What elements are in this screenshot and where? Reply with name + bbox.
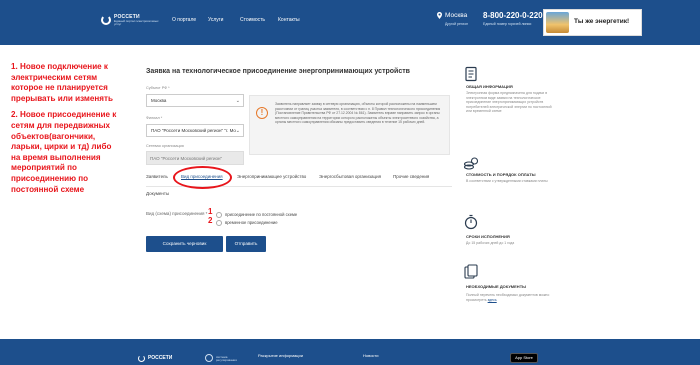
annotation-item-2: 2. Новое присоединение к сетям для перед… bbox=[11, 110, 117, 194]
hotline-phone[interactable]: 8-800-220-0-220 bbox=[483, 11, 543, 20]
sidebar-title-general: ОБЩАЯ ИНФОРМАЦИЯ bbox=[466, 84, 513, 89]
logo-subtitle: Единый портал электросетевых услуг bbox=[114, 19, 159, 26]
nav-contacts[interactable]: Контакты bbox=[278, 17, 300, 23]
annotation-ellipse bbox=[173, 166, 232, 189]
city-selector[interactable]: Москва bbox=[445, 12, 467, 19]
grid-org-label: Сетевая организация bbox=[146, 144, 184, 148]
warning-text: Заявитель направляет заявку в сетевую ор… bbox=[275, 102, 441, 125]
warning-box: ! Заявитель направляет заявку в сетевую … bbox=[249, 95, 450, 155]
sidebar-text-general: Электронная форма предназначена для пода… bbox=[466, 91, 552, 114]
tab-other-info[interactable]: Прочие сведения bbox=[393, 174, 429, 179]
tab-energy-supplier[interactable]: Энергосбытовая организация bbox=[319, 174, 381, 179]
grid-org-field: ПАО "Россети Московский регион" bbox=[146, 151, 244, 165]
connection-scheme-label: Вид (схема) присоединения * bbox=[146, 211, 208, 216]
rosseti-logo[interactable]: РОССЕТИ Единый портал электросетевых усл… bbox=[101, 14, 163, 30]
option-permanent-label: присоединение по постоянной схеме bbox=[225, 212, 298, 217]
nav-services[interactable]: Услуги bbox=[208, 17, 223, 23]
sidebar-text-deadlines: До 15 рабочих дней до 1 года bbox=[466, 241, 515, 245]
banner-image bbox=[546, 12, 569, 33]
submit-button[interactable]: Отправить bbox=[226, 236, 266, 252]
radio-permanent[interactable] bbox=[216, 212, 222, 218]
page-title: Заявка на технологическое присоединение … bbox=[146, 68, 410, 75]
footer-link-disclosure[interactable]: Раскрытие информации bbox=[258, 353, 303, 358]
chevron-down-icon: ⌄ bbox=[235, 98, 240, 104]
subject-select[interactable]: Москва ⌄ bbox=[146, 94, 244, 107]
radio-temporary[interactable] bbox=[216, 220, 222, 226]
document-icon bbox=[465, 66, 477, 82]
promo-banner[interactable]: Ты же энергетик! bbox=[543, 9, 642, 36]
footer-logo-icon bbox=[138, 355, 145, 362]
branch-select[interactable]: ПАО "Россети Московский регион" "г. Мос … bbox=[146, 124, 244, 137]
branch-value: ПАО "Россети Московский регион" "г. Мос bbox=[151, 128, 239, 133]
sidebar-documents-text: Полный перечень необходимых документов м… bbox=[466, 293, 550, 302]
footer-logo[interactable]: РОССЕТИ bbox=[148, 355, 172, 361]
branch-label: Филиал * bbox=[146, 116, 163, 120]
nav-cost[interactable]: Стоимость bbox=[240, 17, 265, 23]
annotation-note: 1. Новое подключение к электрическим сет… bbox=[11, 62, 121, 195]
chevron-down-icon: ⌄ bbox=[235, 128, 240, 134]
subject-label: Субъект РФ * bbox=[146, 86, 170, 90]
nav-about[interactable]: О портале bbox=[172, 17, 196, 23]
sidebar-text-cost: В соответствии с утвержденными ставками … bbox=[466, 179, 548, 183]
sidebar-title-cost: СТОИМОСТЬ И ПОРЯДОК ОПЛАТЫ bbox=[466, 172, 536, 177]
partner-logo-icon bbox=[205, 354, 213, 362]
option-temporary-label: временное присоединение bbox=[225, 220, 278, 225]
annotation-item-1: 1. Новое подключение к электрическим сет… bbox=[11, 62, 113, 103]
tab-power-device[interactable]: Энергопринимающее устройство bbox=[237, 174, 306, 179]
sidebar-title-deadlines: СРОКИ ИСПОЛНЕНИЯ bbox=[466, 234, 510, 239]
footer: РОССЕТИ система регулирования Раскрытие … bbox=[0, 339, 700, 365]
annotation-number-1: 1 bbox=[208, 207, 213, 216]
footer-link-news[interactable]: Новости bbox=[363, 353, 378, 358]
top-header: РОССЕТИ Единый портал электросетевых усл… bbox=[0, 0, 700, 45]
files-icon bbox=[464, 264, 478, 279]
tab-applicant[interactable]: Заявитель bbox=[146, 174, 168, 179]
documents-here-link[interactable]: здесь bbox=[488, 298, 497, 302]
annotation-number-2: 2 bbox=[208, 216, 213, 225]
sidebar-text-documents: Полный перечень необходимых документов м… bbox=[466, 293, 552, 302]
app-store-badge[interactable]: App Store bbox=[510, 353, 538, 363]
tab-documents[interactable]: Документы bbox=[146, 191, 169, 196]
stopwatch-icon bbox=[464, 214, 478, 230]
exclamation-icon: ! bbox=[256, 107, 268, 119]
other-region-link[interactable]: Другой регион bbox=[445, 22, 468, 26]
location-pin-icon bbox=[437, 12, 442, 19]
subject-value: Москва bbox=[151, 98, 167, 103]
coins-icon bbox=[463, 157, 479, 170]
banner-text: Ты же энергетик! bbox=[574, 18, 630, 25]
save-draft-button[interactable]: Сохранить черновик bbox=[146, 236, 223, 252]
partner-logo-text: система регулирования bbox=[216, 355, 237, 362]
logo-icon bbox=[101, 15, 111, 25]
hotline-caption: Единый номер горячей линии bbox=[483, 22, 532, 26]
sidebar-title-documents: НЕОБХОДИМЫЕ ДОКУМЕНТЫ bbox=[466, 284, 527, 289]
